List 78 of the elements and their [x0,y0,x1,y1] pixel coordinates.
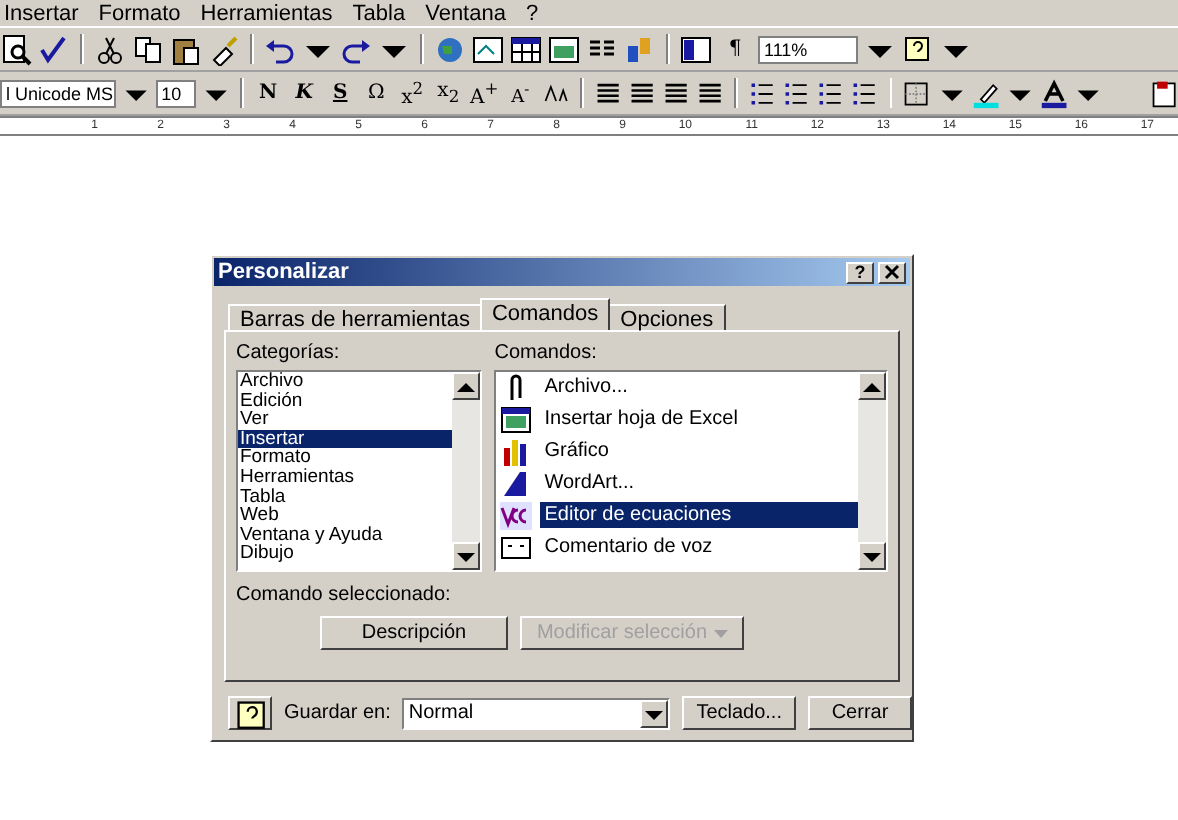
help-icon [234,697,266,729]
menu-item[interactable]: Tabla [352,2,406,26]
format-button[interactable]: S [325,82,356,104]
field-label: Comandos: [494,342,599,364]
list-item[interactable]: Ver [238,410,453,430]
list-item[interactable]: Insertar hoja de Excel [540,406,742,432]
list-item[interactable]: Editor de ecuaciones [540,502,858,528]
description-button[interactable]: Descripción [320,616,508,650]
list-item[interactable]: Tabla [238,487,453,507]
scrollbar[interactable] [858,372,886,570]
spreadsheet-icon[interactable] [548,33,580,65]
pilcrow-button[interactable]: ¶ [718,38,752,60]
tab[interactable]: Barras de herramientas [228,304,482,330]
numbered-list-icon[interactable] [748,77,777,109]
table-icon[interactable] [510,33,542,65]
field-label: Guardar en: [284,702,391,724]
indent-icon[interactable] [850,77,880,109]
list-item[interactable]: Edición [238,391,453,411]
category-list[interactable]: Archivo Edición Ver Insertar Formato Herramientas Tabla Web Ventana y Ayuda Dibujo [236,370,483,572]
close-button[interactable] [878,261,906,283]
menu-item[interactable]: ? [525,2,539,26]
format-button[interactable]: A$^{-}$ [505,79,536,107]
zoom-field[interactable]: 111% [758,35,858,63]
list-item[interactable]: Ventana y Ayuda [238,525,453,545]
paste-icon[interactable] [170,33,202,65]
list-item[interactable]: Web [238,506,453,526]
equation-icon [500,499,533,531]
format-button[interactable]: N [253,82,284,104]
format-button[interactable]: x$^{2}$ [397,77,428,109]
menu-item[interactable]: Herramientas [200,2,333,26]
pdf-document-icon[interactable] [1149,77,1178,109]
menu-item[interactable]: Formato [98,2,181,26]
list-item[interactable]: Comentario de voz [540,534,717,560]
caret-icon [713,629,728,637]
list-item[interactable]: Gráfico [540,438,613,464]
tab[interactable]: Opciones [608,304,726,330]
field-label: Categorías: [236,342,342,364]
format-button[interactable]: A$^{+}$ [469,77,500,109]
template-combo[interactable]: Normal [402,697,671,729]
list-item[interactable]: Dibujo [238,544,453,564]
list-item[interactable]: Archivo... [540,374,632,400]
font-field[interactable]: l Unicode MS [0,79,116,107]
spreadsheet-icon [500,403,533,435]
keyboard-button[interactable]: Teclado... [682,696,796,730]
help-button[interactable] [228,696,272,730]
tab[interactable]: Comandos [479,298,611,330]
help-button[interactable]: ? [846,261,874,283]
document-map-icon[interactable] [680,33,712,65]
bullet-list-icon[interactable] [782,77,811,109]
format-button[interactable]: x$_{2}$ [433,80,464,106]
outdent-icon[interactable] [816,77,845,109]
spelling-icon[interactable] [38,33,70,65]
print-preview-icon[interactable] [0,33,32,65]
format-button[interactable]: K [289,82,320,104]
font-color-icon[interactable] [1039,77,1069,109]
copy-icon[interactable] [132,33,164,65]
help-icon[interactable] [902,33,934,65]
list-item[interactable]: Archivo [238,372,453,392]
menu-item[interactable]: Insertar [4,2,79,26]
window-title: Personalizar [218,260,349,284]
cut-icon[interactable] [94,33,126,65]
field-label: Comando seleccionado: [236,584,453,606]
list-item[interactable]: Insertar [238,429,453,449]
brush-icon[interactable] [208,33,240,65]
comment-icon [500,531,533,563]
font-size-field[interactable]: 10 [155,79,196,107]
command-list[interactable]: Archivo... Insertar hoja de Excel Gráfico WordArt... Editor de ecuaciones Comentario de voz [494,370,888,572]
list-item[interactable]: Herramientas [238,467,453,488]
scrollbar[interactable] [452,372,481,570]
list-item[interactable]: Formato [238,448,453,468]
shapes-icon[interactable] [624,33,656,65]
format-button[interactable]: Ω [361,82,392,104]
border-icon[interactable] [902,77,932,109]
close-icon [884,264,900,280]
menu-item[interactable]: Ventana [425,2,506,26]
window-icon[interactable] [472,33,504,65]
close-dialog-button[interactable]: Cerrar [808,696,912,730]
list-item[interactable]: WordArt... [540,470,639,496]
